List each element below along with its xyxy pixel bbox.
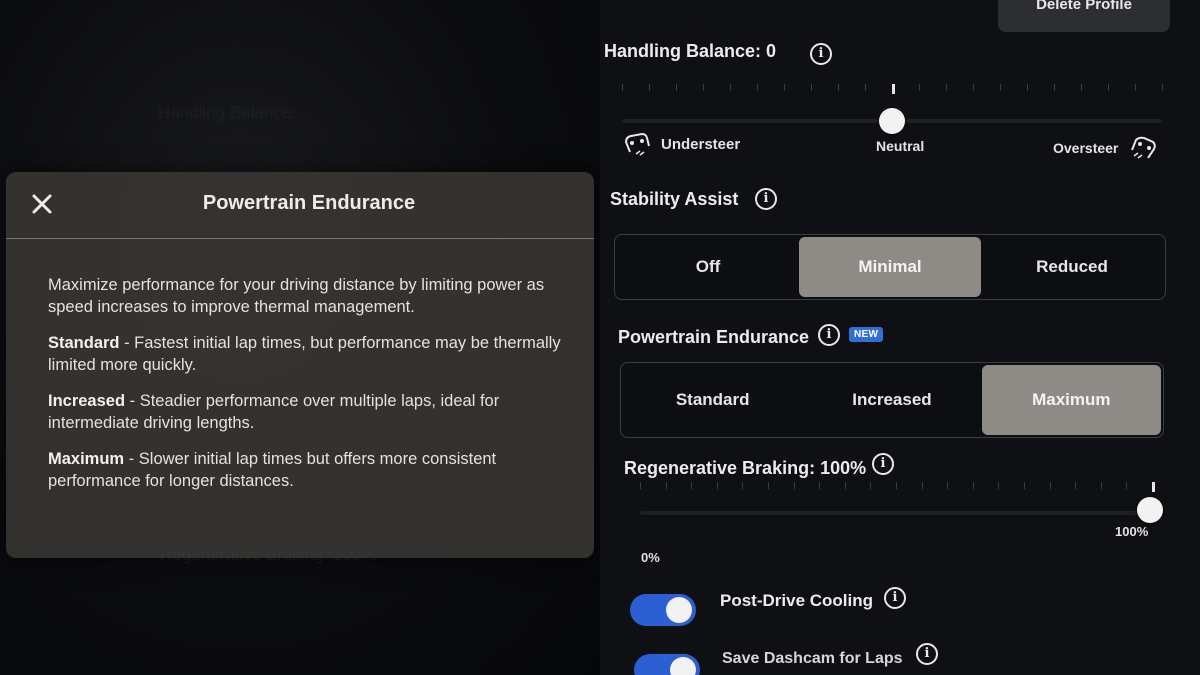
tick-mark <box>922 482 923 489</box>
tick-mark <box>811 84 812 91</box>
tick-mark <box>676 84 677 91</box>
tick-mark <box>666 482 667 489</box>
regen-braking-label: Regenerative Braking: 100% <box>624 458 867 478</box>
tick-mark <box>703 84 704 91</box>
regen-max-label: 100% <box>1115 524 1149 539</box>
popup-divider <box>6 238 594 239</box>
tick-mark <box>768 482 769 489</box>
powertrain-endurance-selector: Standard Increased Maximum <box>620 362 1164 438</box>
tick-mark <box>947 482 948 489</box>
tick-mark <box>757 84 758 91</box>
tick-mark <box>730 84 731 91</box>
stability-info-icon[interactable]: i <box>755 188 777 210</box>
stability-option-off[interactable]: Off <box>617 237 799 297</box>
oversteer-car-icon <box>1131 136 1156 159</box>
toggle-knob <box>666 597 692 623</box>
tick-mark <box>1081 84 1082 91</box>
popup-term: Standard <box>48 334 120 352</box>
post-drive-cooling-toggle[interactable] <box>630 594 696 626</box>
tick-mark <box>691 482 692 489</box>
endurance-option-standard[interactable]: Standard <box>623 365 802 435</box>
popup-body: Maximize performance for your driving di… <box>48 274 568 506</box>
popup-term: Maximum <box>48 450 125 468</box>
stability-assist-selector: Off Minimal Reduced <box>614 234 1166 300</box>
tick-mark <box>1000 84 1001 91</box>
tick-mark <box>1027 84 1028 91</box>
regen-min-label: 0% <box>641 550 660 565</box>
neutral-label: Neutral <box>876 138 925 154</box>
tick-mark <box>649 84 650 91</box>
delete-profile-button[interactable]: Delete Profile <box>998 0 1170 32</box>
popup-item-standard: Standard - Fastest initial lap times, bu… <box>48 332 568 376</box>
handling-balance-knob[interactable] <box>879 108 905 134</box>
tick-mark <box>622 84 623 91</box>
tick-mark <box>640 482 641 489</box>
regen-braking-slider[interactable] <box>640 511 1150 515</box>
tick-mark <box>1050 482 1051 489</box>
tick-mark <box>1162 84 1163 91</box>
regen-braking-knob[interactable] <box>1137 497 1163 523</box>
cooling-info-icon[interactable]: i <box>884 587 906 609</box>
tick-mark <box>1126 482 1127 489</box>
tick-mark <box>870 482 871 489</box>
popup-title: Powertrain Endurance <box>202 192 416 214</box>
popup-desc: - Fastest initial lap times, but perform… <box>48 334 561 374</box>
tick-mark <box>946 84 947 91</box>
popup-item-maximum: Maximum - Slower initial lap times but o… <box>48 448 568 492</box>
stability-option-reduced[interactable]: Reduced <box>981 237 1163 297</box>
tick-mark <box>1024 482 1025 489</box>
popup-intro: Maximize performance for your driving di… <box>48 276 545 316</box>
tick-mark <box>973 84 974 91</box>
info-popup: Powertrain Endurance Maximize performanc… <box>6 172 594 558</box>
tick-mark <box>1101 482 1102 489</box>
powertrain-info-icon[interactable]: i <box>818 324 840 346</box>
understeer-label: Understeer <box>661 136 741 153</box>
tick-mark <box>845 482 846 489</box>
tick-mark <box>998 482 999 489</box>
tick-mark <box>865 84 866 91</box>
dashcam-info-icon[interactable]: i <box>916 643 938 665</box>
tick-mark <box>896 482 897 489</box>
tick-mark <box>1135 84 1136 91</box>
regen-info-icon[interactable]: i <box>872 453 894 475</box>
handling-balance-label: Handling Balance: 0 <box>604 41 777 61</box>
handling-info-icon[interactable]: i <box>810 43 832 65</box>
tick-mark <box>784 84 785 91</box>
understeer-car-icon <box>624 132 650 156</box>
powertrain-endurance-label: Powertrain Endurance <box>618 327 810 347</box>
tick-mark <box>819 482 820 489</box>
save-dashcam-toggle[interactable] <box>634 654 700 675</box>
endurance-option-increased[interactable]: Increased <box>802 365 981 435</box>
top-bar <box>690 0 975 24</box>
tick-mark <box>717 482 718 489</box>
handling-ticks <box>622 84 1163 94</box>
tick-mark <box>919 84 920 91</box>
stability-assist-label: Stability Assist <box>610 189 739 209</box>
tick-mark <box>838 84 839 91</box>
ghost-handling-label: Handling Balance: <box>158 103 296 122</box>
popup-item-increased: Increased - Steadier performance over mu… <box>48 390 568 434</box>
tick-center-mark <box>1152 482 1155 492</box>
save-dashcam-label: Save Dashcam for Laps <box>722 650 903 667</box>
stability-option-minimal[interactable]: Minimal <box>799 237 981 297</box>
new-badge: NEW <box>849 327 884 342</box>
regen-ticks <box>640 482 1155 492</box>
post-drive-cooling-label: Post-Drive Cooling <box>720 591 874 610</box>
oversteer-label: Oversteer <box>1053 140 1119 156</box>
endurance-option-maximum[interactable]: Maximum <box>981 365 1161 435</box>
tick-mark <box>794 482 795 489</box>
tick-mark <box>1054 84 1055 91</box>
tick-mark <box>1108 84 1109 91</box>
tick-center-mark <box>892 84 895 94</box>
toggle-knob <box>670 657 696 675</box>
tick-mark <box>973 482 974 489</box>
tick-mark <box>742 482 743 489</box>
popup-term: Increased <box>48 392 126 410</box>
tick-mark <box>1075 482 1076 489</box>
